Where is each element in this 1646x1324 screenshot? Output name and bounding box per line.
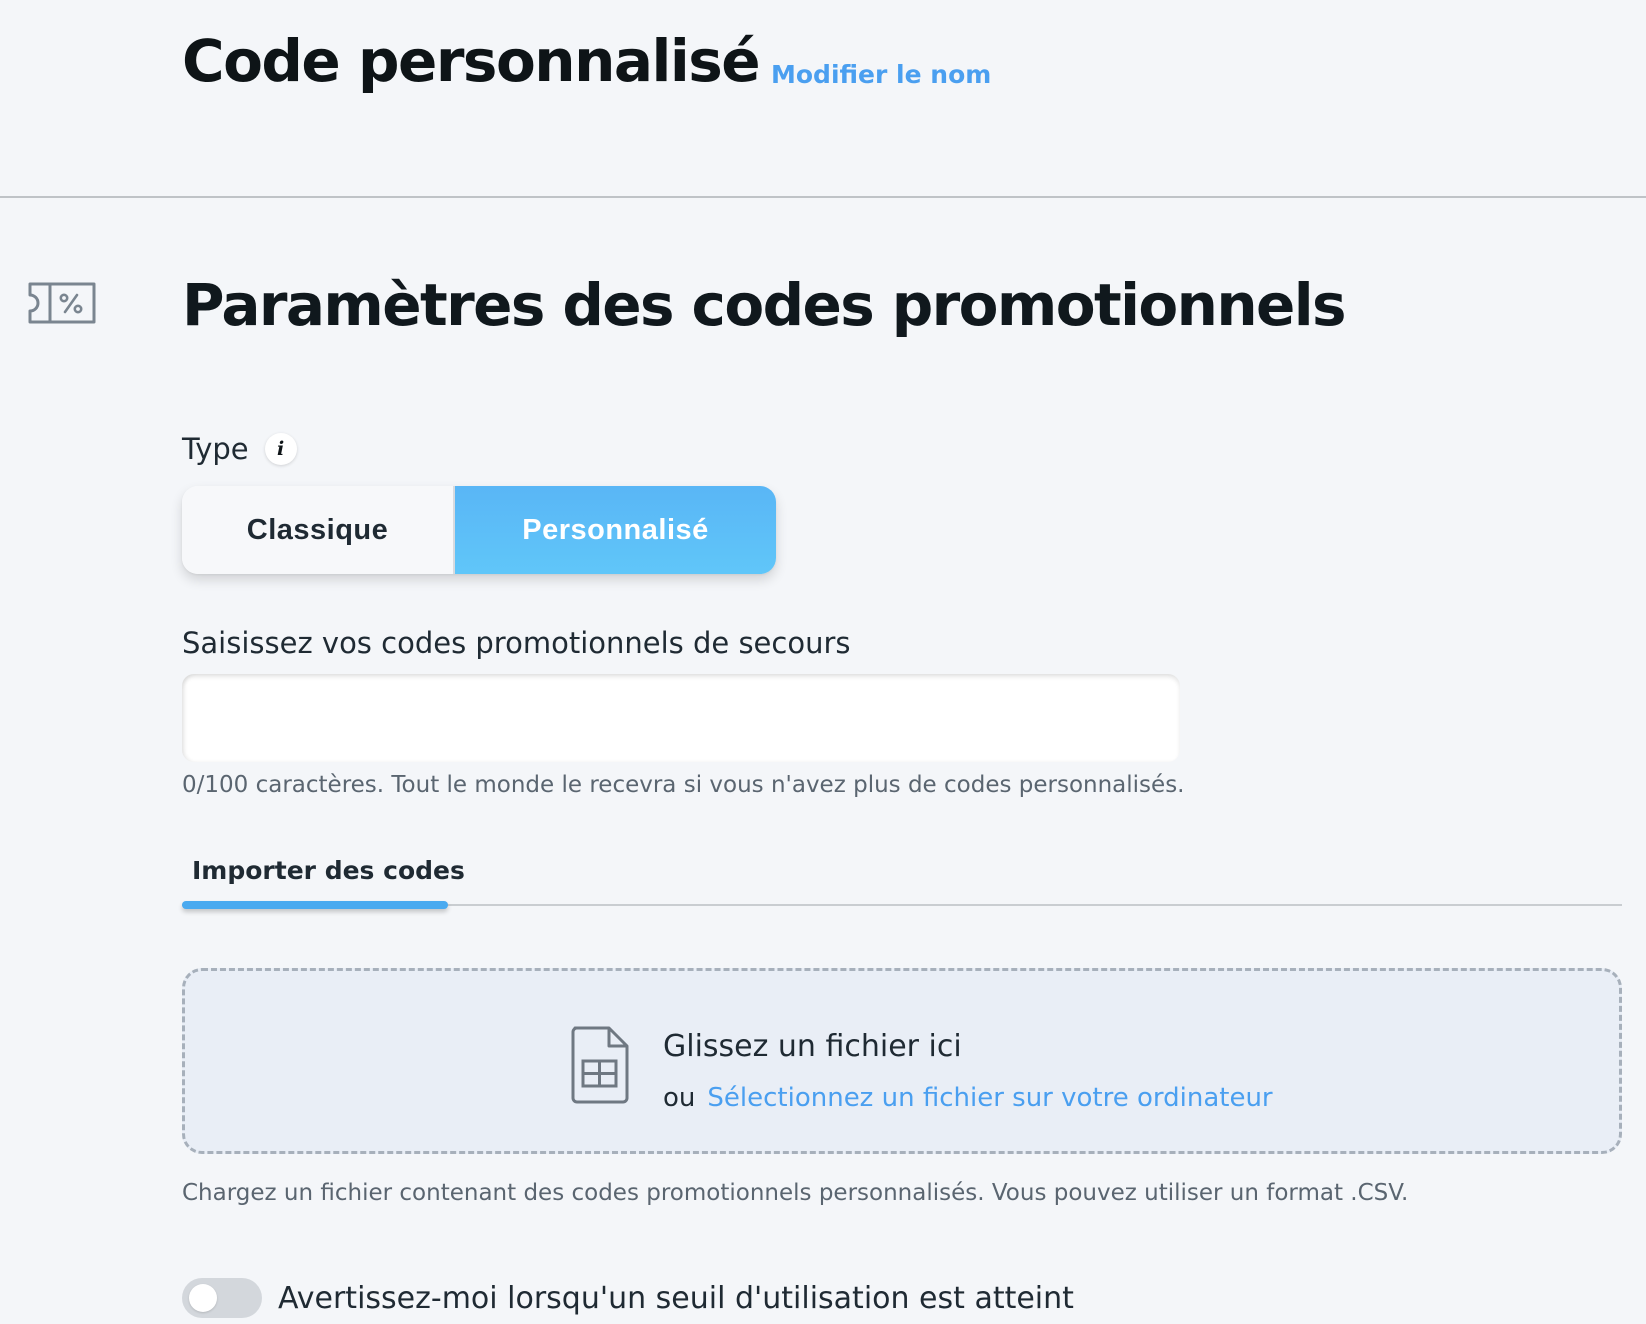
type-label: Type xyxy=(182,432,249,466)
page-title: Code personnalisé xyxy=(182,27,761,95)
rename-link[interactable]: Modifier le nom xyxy=(771,60,991,89)
threshold-toggle-row: Avertissez-moi lorsqu'un seuil d'utilisa… xyxy=(182,1276,1074,1320)
file-dropzone[interactable]: Glissez un fichier ici ou Sélectionnez un… xyxy=(182,968,1622,1154)
fallback-code-hint: 0/100 caractères. Tout le monde le recev… xyxy=(182,772,1185,798)
type-option-custom[interactable]: Personnalisé xyxy=(455,486,776,574)
select-file-link[interactable]: Sélectionnez un fichier sur votre ordina… xyxy=(707,1083,1272,1113)
header-divider xyxy=(0,196,1646,198)
type-option-classic[interactable]: Classique xyxy=(182,486,455,574)
tab-import-codes[interactable]: Importer des codes xyxy=(182,848,465,910)
dropzone-or-text: ou xyxy=(663,1083,696,1113)
type-field-header: Type i xyxy=(182,430,297,468)
info-icon[interactable]: i xyxy=(264,433,297,465)
tab-import-codes-label: Importer des codes xyxy=(192,856,465,885)
active-tab-indicator xyxy=(182,901,448,909)
fallback-code-input[interactable] xyxy=(182,674,1180,762)
threshold-toggle-label: Avertissez-moi lorsqu'un seuil d'utilisa… xyxy=(278,1280,1074,1316)
section-title: Paramètres des codes promotionnels xyxy=(182,271,1347,339)
spreadsheet-file-icon xyxy=(571,1026,629,1104)
tab-strip: Importer des codes xyxy=(182,848,1622,912)
promo-code-settings-page: Code personnalisé Modifier le nom Paramè… xyxy=(0,0,1646,1324)
threshold-toggle[interactable] xyxy=(182,1278,262,1318)
toggle-knob xyxy=(189,1284,217,1312)
upload-hint: Chargez un fichier contenant des codes p… xyxy=(182,1180,1409,1206)
dropzone-subtitle: ou Sélectionnez un fichier sur votre ordi… xyxy=(663,1083,1273,1113)
type-segmented-control: Classique Personnalisé xyxy=(182,486,776,574)
ticket-percent-icon xyxy=(28,282,96,324)
dropzone-title: Glissez un fichier ici xyxy=(663,1029,962,1064)
fallback-code-label: Saisissez vos codes promotionnels de sec… xyxy=(182,626,851,660)
